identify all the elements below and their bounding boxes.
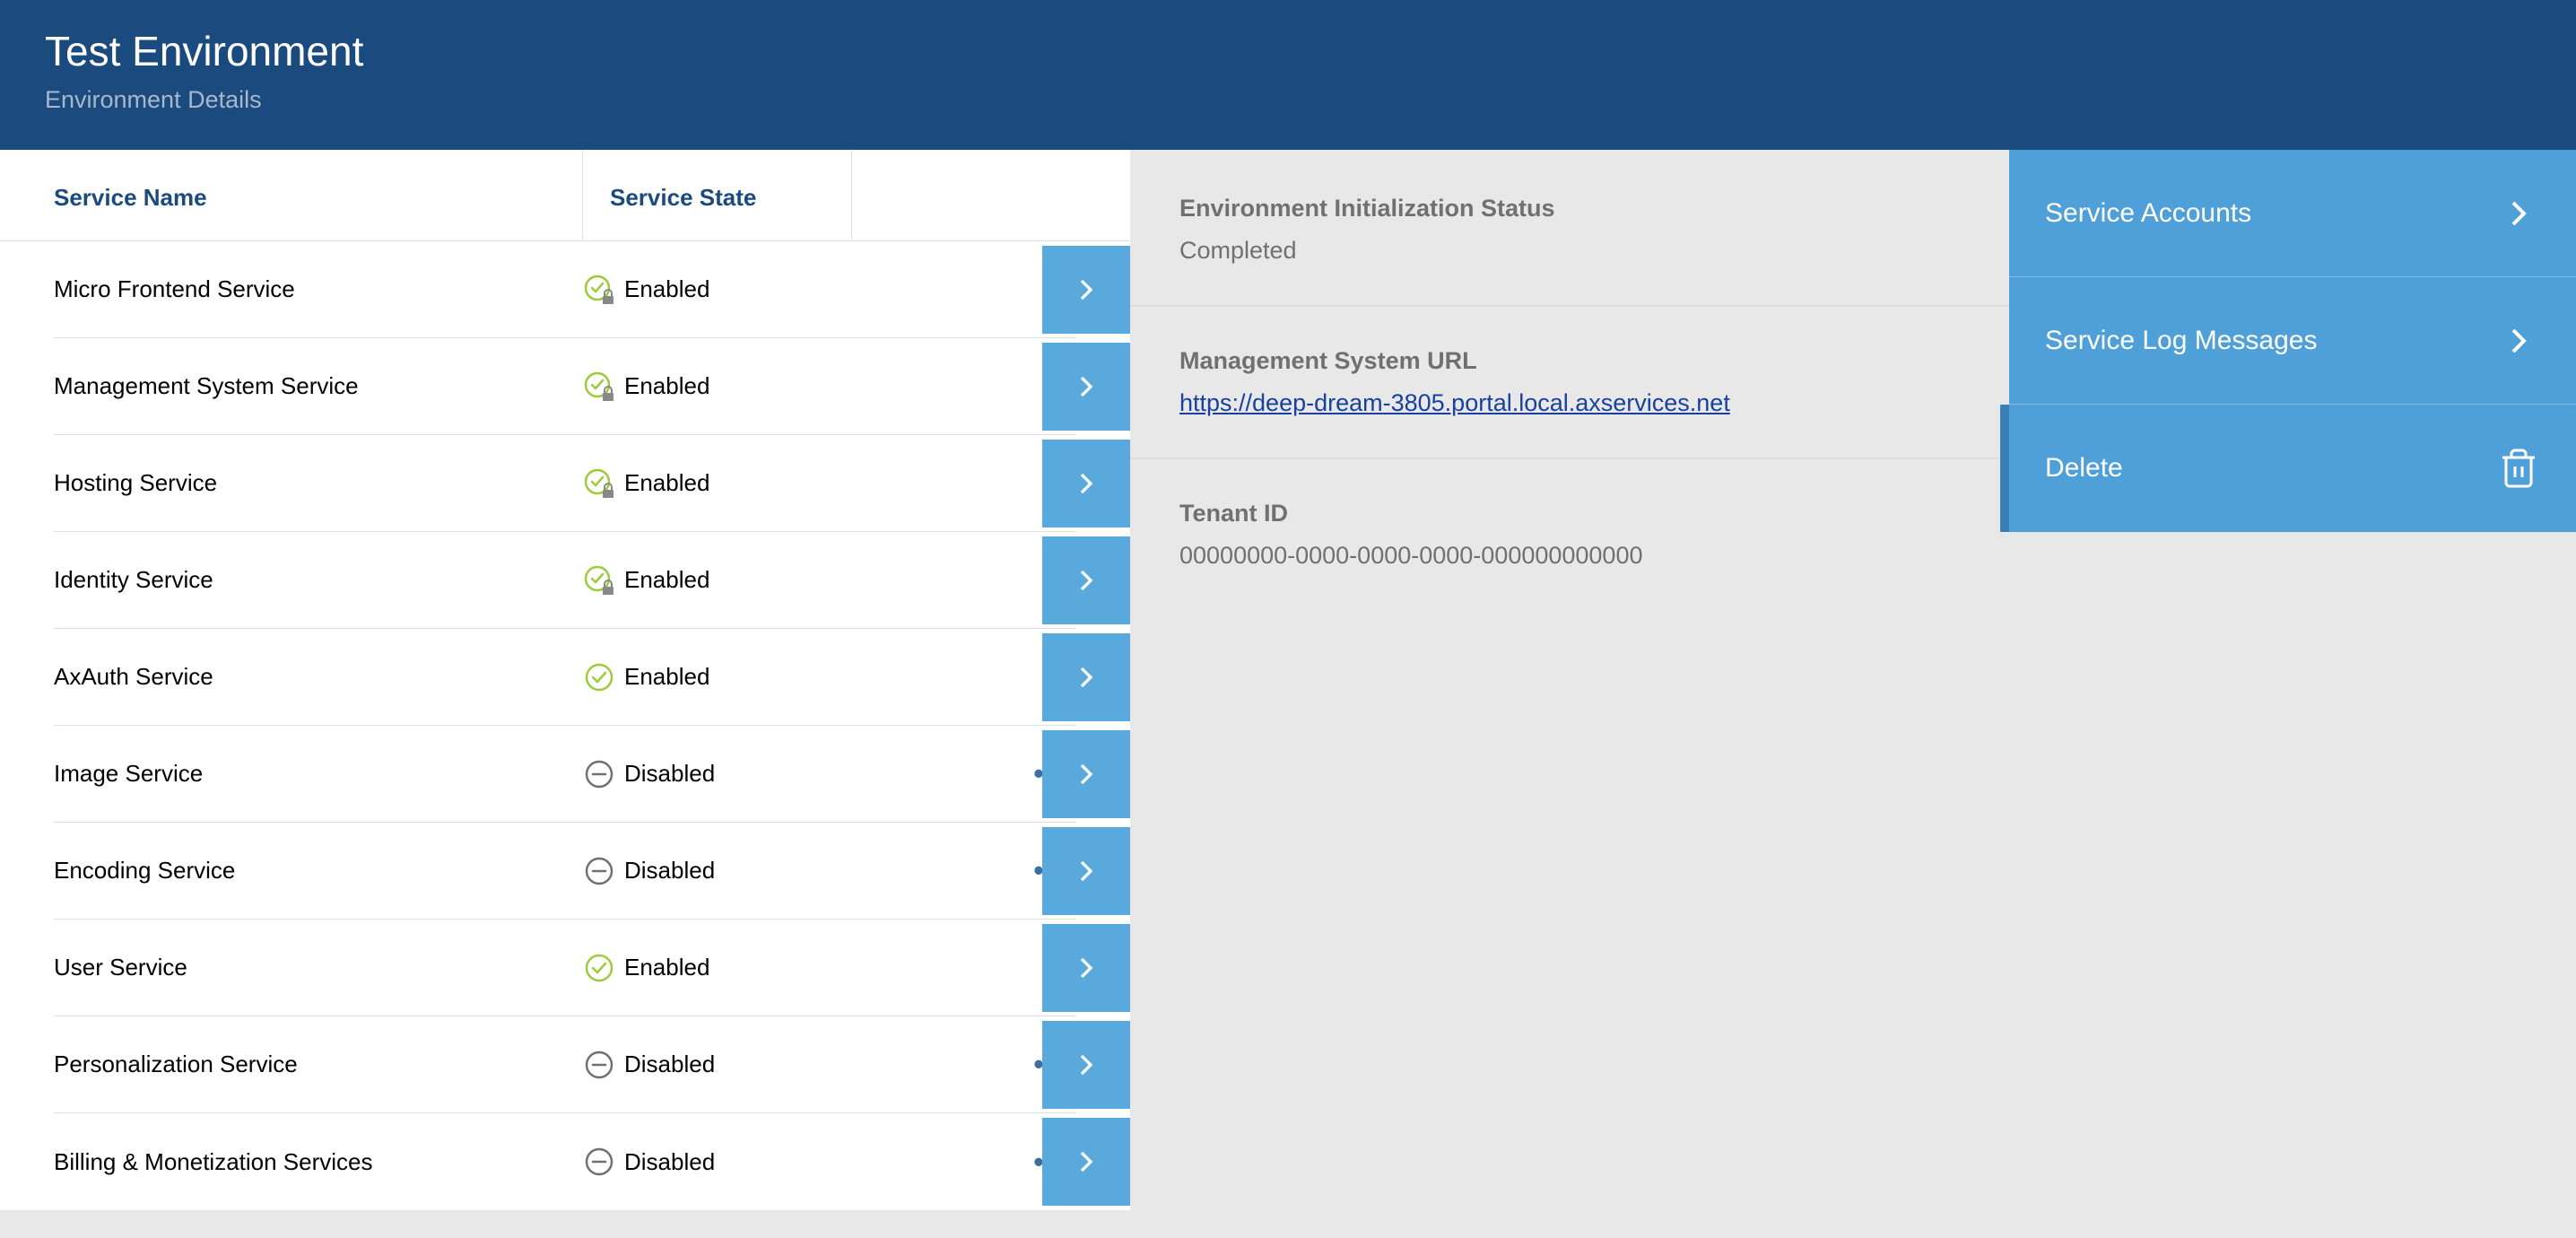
service-log-messages-label: Service Log Messages: [2045, 326, 2318, 356]
service-state-text: Enabled: [624, 663, 709, 691]
enabled-locked-icon: [583, 467, 615, 500]
service-state-text: Enabled: [624, 469, 709, 497]
service-state-text: Disabled: [624, 1051, 715, 1078]
service-name-cell: Hosting Service: [54, 469, 583, 497]
main-content: Service Name Service State Micro Fronten…: [0, 150, 2576, 1210]
enabled-locked-icon: [583, 564, 615, 597]
disabled-icon: [583, 758, 615, 790]
service-state-text: Enabled: [624, 372, 709, 400]
row-navigate-button[interactable]: [1042, 440, 1130, 527]
table-row: Micro Frontend Service Enabled: [54, 241, 1076, 338]
info-block-tenant-id: Tenant ID 00000000-0000-0000-0000-000000…: [1130, 459, 2009, 610]
delete-button[interactable]: Delete: [2009, 405, 2576, 532]
disabled-icon: [583, 1049, 615, 1081]
service-name-cell: Personalization Service: [54, 1051, 583, 1078]
disabled-icon: [583, 855, 615, 887]
enabled-icon: [583, 661, 615, 693]
row-navigate-button[interactable]: [1042, 1021, 1130, 1109]
enabled-icon: [583, 952, 615, 984]
delete-label: Delete: [2045, 453, 2123, 484]
service-state-cell: Disabled: [583, 758, 888, 790]
service-state-text: Enabled: [624, 275, 709, 303]
column-header-service-state[interactable]: Service State: [583, 150, 852, 240]
row-navigate-button[interactable]: [1042, 1118, 1130, 1206]
service-state-cell: Enabled: [583, 371, 888, 403]
service-name-cell: Management System Service: [54, 372, 583, 400]
table-row: Hosting Service Enabled: [54, 435, 1076, 532]
chevron-right-icon: [2497, 192, 2540, 235]
table-row: AxAuth Service Enabled: [54, 629, 1076, 726]
service-state-cell: Disabled: [583, 1146, 888, 1178]
table-row: Billing & Monetization ServicesDisabled•…: [54, 1113, 1076, 1210]
row-navigate-button[interactable]: [1042, 633, 1130, 721]
table-row: Image ServiceDisabled•••: [54, 726, 1076, 823]
service-state-cell: Enabled: [583, 274, 888, 306]
column-header-actions: [852, 150, 1130, 240]
table-row: Encoding ServiceDisabled•••: [54, 823, 1076, 920]
row-navigate-button[interactable]: [1042, 730, 1130, 818]
column-header-service-name[interactable]: Service Name: [0, 150, 583, 240]
tenant-id-label: Tenant ID: [1179, 500, 1960, 527]
table-row: Management System Service Enabled: [54, 338, 1076, 435]
service-accounts-button[interactable]: Service Accounts: [2009, 150, 2576, 277]
service-name-cell: Encoding Service: [54, 857, 583, 885]
service-name-cell: AxAuth Service: [54, 663, 583, 691]
service-state-cell: Enabled: [583, 564, 888, 597]
service-name-cell: Micro Frontend Service: [54, 275, 583, 303]
actions-panel: Service Accounts Service Log Messages De…: [2009, 150, 2576, 1210]
service-name-cell: User Service: [54, 954, 583, 981]
disabled-icon: [583, 1146, 615, 1178]
info-block-management-url: Management System URL https://deep-dream…: [1130, 307, 2009, 459]
table-row: Identity Service Enabled: [54, 532, 1076, 629]
service-state-text: Enabled: [624, 954, 709, 981]
row-navigate-button[interactable]: [1042, 343, 1130, 431]
service-name-cell: Image Service: [54, 760, 583, 788]
service-state-cell: Disabled: [583, 1049, 888, 1081]
service-name-cell: Billing & Monetization Services: [54, 1148, 583, 1176]
management-url-label: Management System URL: [1179, 347, 1960, 375]
row-navigate-button[interactable]: [1042, 536, 1130, 624]
page-header: Test Environment Environment Details: [0, 0, 2576, 150]
row-navigate-button[interactable]: [1042, 924, 1130, 1012]
service-name-cell: Identity Service: [54, 566, 583, 594]
row-navigate-button[interactable]: [1042, 246, 1130, 334]
table-row: User Service Enabled: [54, 920, 1076, 1016]
enabled-locked-icon: [583, 371, 615, 403]
service-accounts-label: Service Accounts: [2045, 198, 2251, 229]
trash-icon: [2497, 447, 2540, 490]
table-body: Micro Frontend ServiceEnabledManagement …: [0, 241, 1130, 1210]
service-state-cell: Enabled: [583, 467, 888, 500]
service-state-cell: Disabled: [583, 855, 888, 887]
table-header-row: Service Name Service State: [0, 150, 1130, 241]
chevron-right-icon: [2497, 319, 2540, 362]
management-url-link[interactable]: https://deep-dream-3805.portal.local.axs…: [1179, 389, 1730, 416]
service-state-text: Enabled: [624, 566, 709, 594]
service-log-messages-button[interactable]: Service Log Messages: [2009, 277, 2576, 405]
row-navigate-button[interactable]: [1042, 827, 1130, 915]
page-subtitle: Environment Details: [45, 86, 2531, 114]
service-state-text: Disabled: [624, 857, 715, 885]
service-state-text: Disabled: [624, 1148, 715, 1176]
service-state-cell: Enabled: [583, 952, 888, 984]
services-table: Service Name Service State Micro Fronten…: [0, 150, 1130, 1210]
service-state-cell: Enabled: [583, 661, 888, 693]
init-status-value: Completed: [1179, 237, 1960, 265]
tenant-id-value: 00000000-0000-0000-0000-000000000000: [1179, 542, 1960, 570]
info-panel: Environment Initialization Status Comple…: [1130, 150, 2009, 1210]
init-status-label: Environment Initialization Status: [1179, 195, 1960, 222]
service-state-text: Disabled: [624, 760, 715, 788]
info-block-init-status: Environment Initialization Status Comple…: [1130, 150, 2009, 307]
table-row: Personalization ServiceDisabled•••: [54, 1016, 1076, 1113]
enabled-locked-icon: [583, 274, 615, 306]
page-title: Test Environment: [45, 27, 2531, 75]
